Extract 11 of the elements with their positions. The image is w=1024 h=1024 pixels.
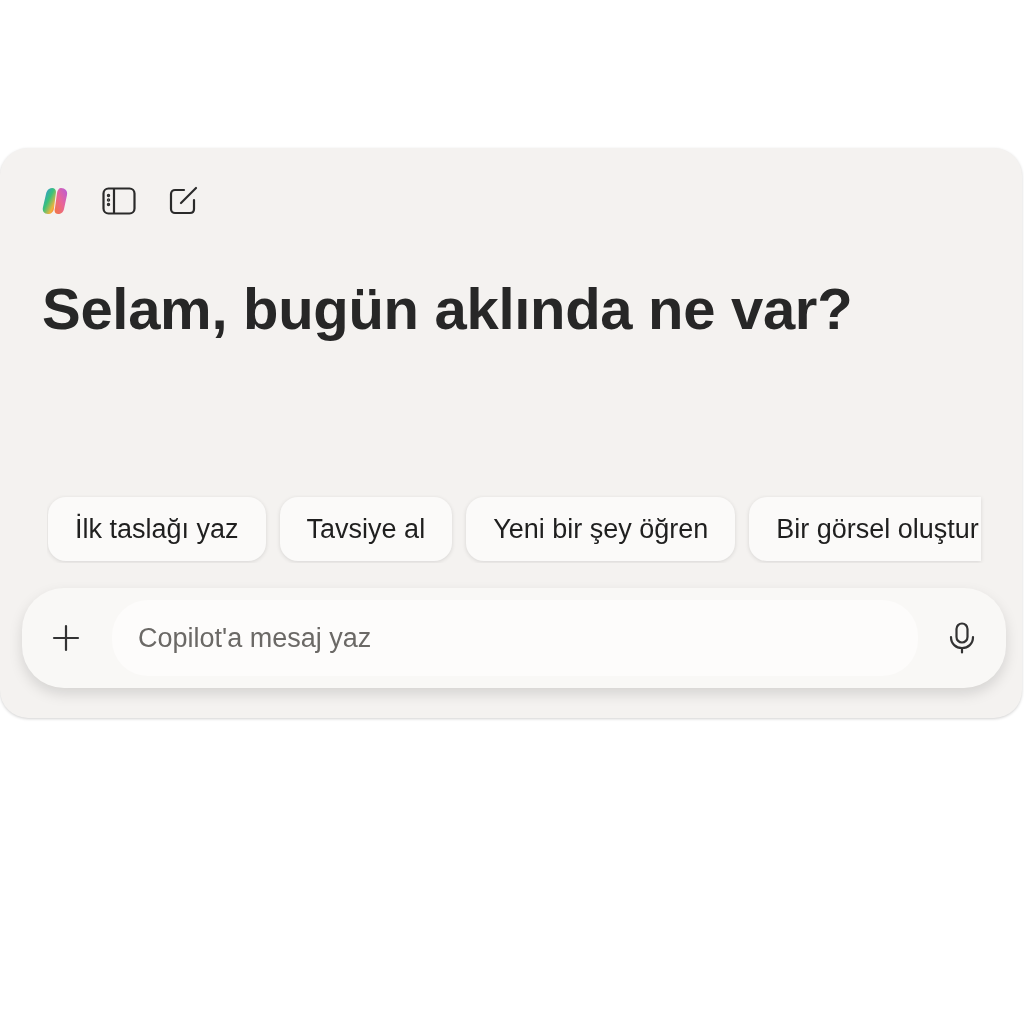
plus-icon[interactable] bbox=[52, 624, 80, 652]
microphone-icon[interactable] bbox=[948, 622, 976, 654]
message-input[interactable]: Copilot'a mesaj yaz bbox=[112, 600, 918, 676]
edit-icon[interactable] bbox=[168, 186, 198, 216]
suggestion-chip[interactable]: Bir görsel oluştur bbox=[749, 497, 981, 561]
suggestion-chip[interactable]: Tavsiye al bbox=[279, 497, 453, 561]
sidebar-icon[interactable] bbox=[102, 187, 136, 215]
suggestion-chip[interactable]: Yeni bir şey öğren bbox=[466, 497, 736, 561]
greeting-heading: Selam, bugün aklında ne var? bbox=[42, 275, 853, 343]
suggestion-chip[interactable]: İlk taslağı yaz bbox=[48, 497, 266, 561]
app-logo-icon[interactable] bbox=[40, 186, 70, 216]
